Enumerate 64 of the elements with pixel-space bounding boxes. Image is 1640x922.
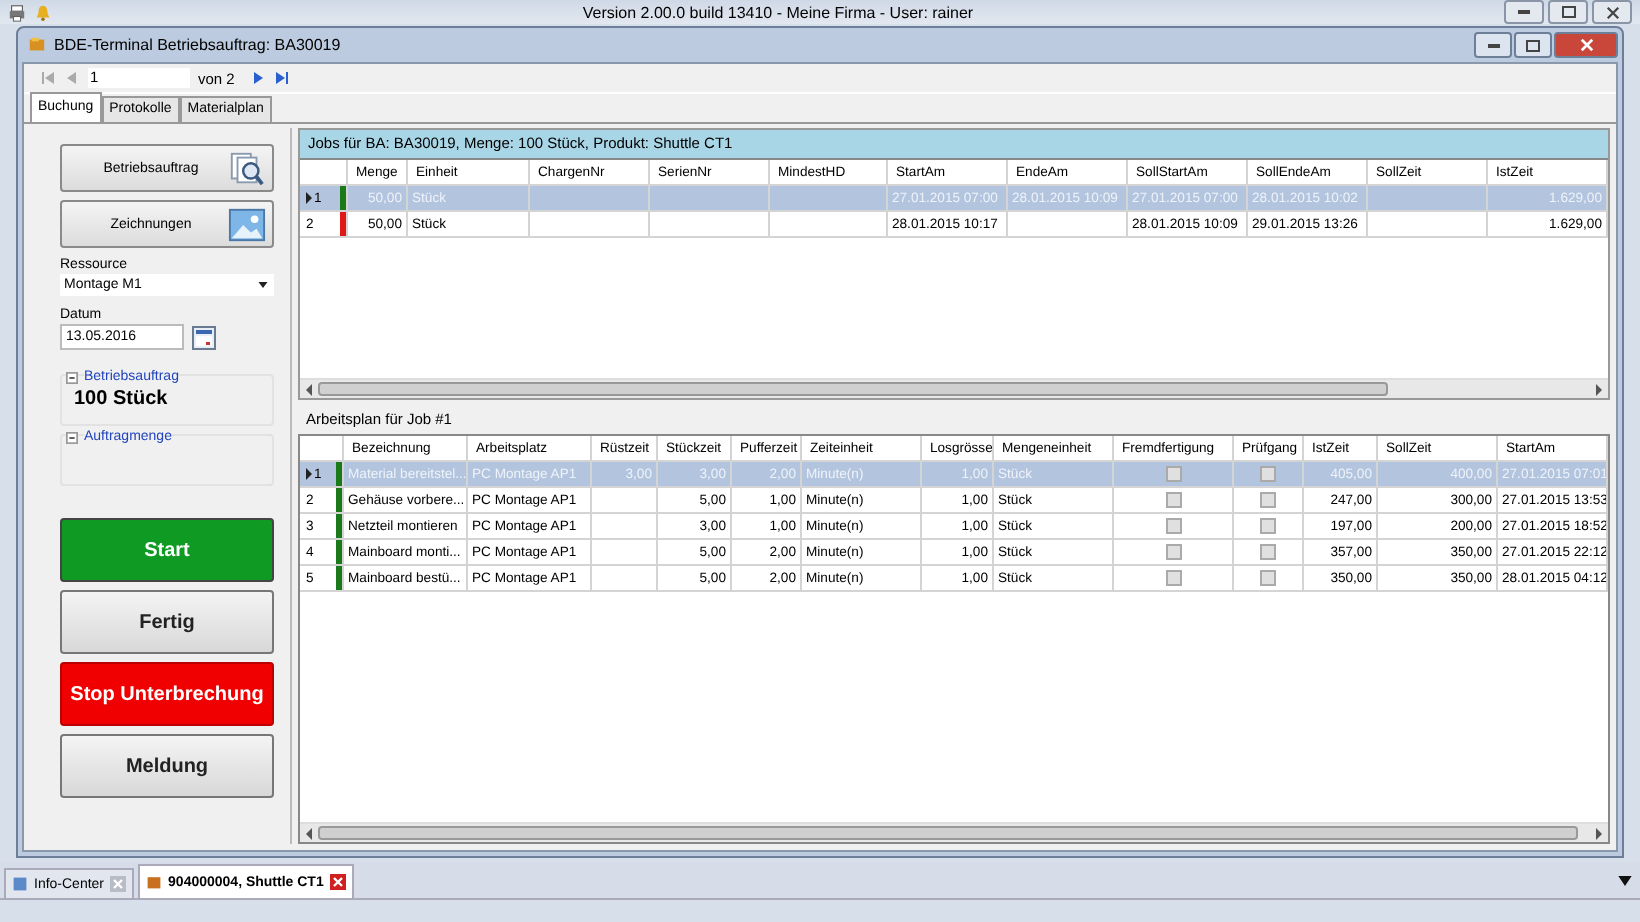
window-title: BDE-Terminal Betriebsauftrag: BA30019 [54,36,341,54]
restore-icon [1526,39,1540,51]
bell-icon[interactable] [34,3,52,21]
calendar-icon[interactable] [192,325,216,349]
minimize-button[interactable] [1474,32,1512,58]
table-cell [592,566,658,592]
table-cell [1008,212,1128,238]
checkbox[interactable] [1165,518,1181,534]
checkbox[interactable] [1260,466,1276,482]
action-button[interactable]: Start [60,518,274,582]
table-corner[interactable] [300,160,348,186]
window-icon [12,876,28,892]
action-button[interactable]: Meldung [60,734,274,798]
checkbox[interactable] [1260,570,1276,586]
table-cell [770,186,888,212]
current-row-icon [306,192,312,204]
dropdown-arrow-icon[interactable] [1618,876,1632,886]
document-search-icon [228,150,266,188]
checkbox[interactable] [1165,466,1181,482]
table-cell [770,212,888,238]
horizontal-scrollbar[interactable] [300,378,1608,398]
checkbox[interactable] [1260,492,1276,508]
next-record-icon[interactable] [250,70,267,86]
dropdown-arrow-icon [258,282,268,288]
minimize-button[interactable] [1504,0,1544,24]
printer-icon[interactable] [8,3,26,21]
close-button[interactable] [1592,0,1632,24]
checkbox[interactable] [1260,518,1276,534]
restore-button[interactable] [1548,0,1588,24]
first-record-icon[interactable] [40,70,56,86]
checkbox[interactable] [1165,570,1181,586]
checkbox[interactable] [1165,492,1181,508]
checkbox[interactable] [1165,544,1181,560]
app-title: Version 2.00.0 build 13410 - Meine Firma - User: rainer [580,3,976,21]
horizontal-scrollbar[interactable] [300,822,1608,842]
previous-record-icon[interactable] [64,70,80,86]
close-icon[interactable] [329,874,346,890]
collapse-icon[interactable] [66,371,78,383]
last-record-icon[interactable] [274,70,291,86]
close-icon [1579,38,1593,52]
image-icon [228,206,266,244]
table-cell [592,514,658,540]
collapse-icon[interactable] [66,431,78,443]
minimize-icon [1518,10,1530,14]
close-icon [1605,5,1619,19]
current-row-icon [306,468,312,480]
close-button[interactable] [1554,32,1618,58]
box-icon [146,874,163,890]
table-cell [1368,212,1488,238]
restore-button[interactable] [1514,32,1552,58]
table-cell [1368,186,1488,212]
table-cell [592,488,658,514]
restore-icon [1561,6,1575,18]
checkbox[interactable] [1260,544,1276,560]
table-corner[interactable] [300,436,344,462]
action-button[interactable]: Fertig [60,590,274,654]
minimize-icon [1487,43,1499,47]
table-cell [592,540,658,566]
table-cell [530,186,650,212]
order-quantity: 100 Stück [72,388,170,410]
table-cell [650,212,770,238]
table-cell [650,186,770,212]
table-cell [530,212,650,238]
action-button[interactable]: Stop Unterbrechung [60,662,274,726]
